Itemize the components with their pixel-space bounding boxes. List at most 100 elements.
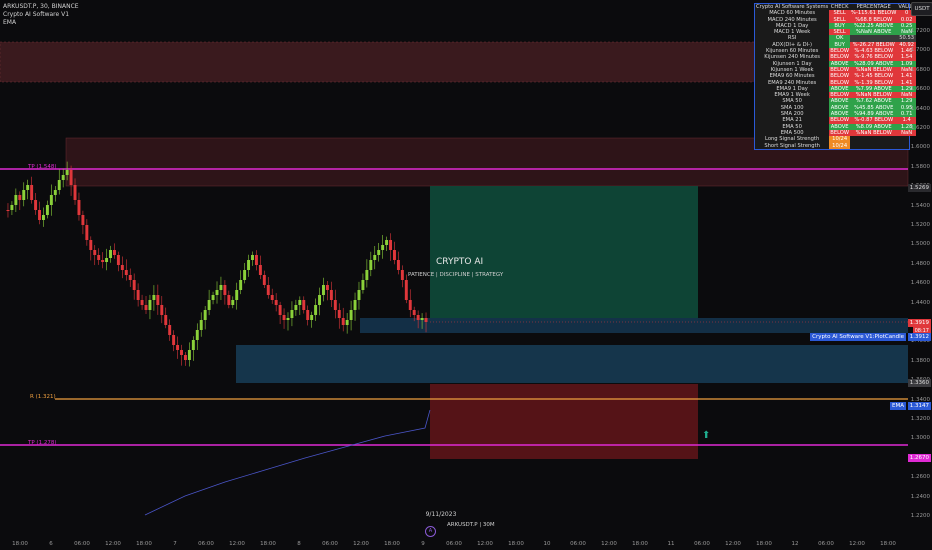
price-tick: 1.6600: [910, 86, 930, 93]
candle-body: [333, 300, 337, 310]
table-cell-check: ABOVE: [829, 123, 851, 130]
time-tick: 11: [667, 541, 675, 547]
candle-body: [215, 290, 219, 295]
candle-body: [132, 280, 136, 290]
candlestick-series: [6, 161, 428, 367]
candle-body: [160, 305, 164, 315]
candle-body: [396, 260, 400, 270]
candle-body: [353, 300, 357, 310]
candle-body: [416, 315, 420, 320]
table-cell-name: Short Signal Strength: [764, 142, 820, 149]
alert-marker-icon[interactable]: A: [425, 526, 436, 537]
candle-body: [306, 310, 310, 320]
candle-body: [243, 270, 247, 280]
indicator-label-ema[interactable]: EMA: [3, 19, 16, 26]
time-tick: 12:00: [353, 541, 369, 547]
candle-body: [404, 280, 408, 300]
time-tick: 7: [173, 541, 177, 547]
candle-body: [345, 320, 349, 325]
candle-body: [53, 190, 57, 195]
time-tick: 06:00: [322, 541, 338, 547]
table-row: MACD 240 Minutes SELL %68.8 BELOW 0.02: [755, 16, 916, 23]
long-position-zone[interactable]: [430, 186, 698, 322]
candle-body: [14, 195, 18, 205]
time-tick: 06:00: [198, 541, 214, 547]
price-tick: 1.7000: [910, 47, 930, 54]
table-row: Short Signal Strength 10/24: [755, 142, 916, 149]
candle-body: [93, 250, 97, 255]
time-tick: 12:00: [601, 541, 617, 547]
candle-body: [318, 295, 322, 305]
symbol-title[interactable]: ARKUSDT.P, 30, BINANCE: [3, 3, 79, 10]
watermark-tagline: PATIENCE | DISCIPLINE | STRATEGY: [408, 272, 504, 278]
table-cell-check: BELOW: [829, 54, 851, 61]
candle-body: [329, 290, 333, 300]
time-tick: 18:00: [12, 541, 28, 547]
candle-body: [6, 210, 10, 211]
price-tick: 1.2600: [910, 474, 930, 481]
candle-body: [34, 200, 38, 210]
time-tick: 06:00: [74, 541, 90, 547]
candle-body: [105, 258, 109, 262]
candle-body: [219, 285, 223, 290]
candle-body: [164, 315, 168, 325]
candle-body: [45, 205, 49, 215]
table-cell-pct: %-0.87 BELOW: [850, 117, 898, 124]
table-cell-pct: %NaN BELOW: [850, 129, 898, 137]
time-tick: 06:00: [818, 541, 834, 547]
time-tick: 12: [791, 541, 799, 547]
time-tick: 18:00: [260, 541, 276, 547]
candle-body: [191, 340, 195, 350]
indicator-label-crypto-ai[interactable]: Crypto AI Software V1: [3, 11, 69, 18]
candle-body: [211, 295, 215, 300]
table-row: EMA9 60 Minutes BELOW %-1.45 BELOW 1.41: [755, 73, 916, 80]
candle-body: [389, 240, 393, 250]
candle-body: [136, 290, 140, 300]
time-tick: 18:00: [632, 541, 648, 547]
candle-body: [294, 305, 298, 310]
candle-body: [195, 330, 199, 340]
candle-body: [49, 195, 53, 205]
crosshair-date: 9/11/2023: [425, 511, 457, 518]
candle-body: [101, 260, 105, 262]
demand-zone-lower: [236, 345, 908, 383]
candle-body: [144, 305, 148, 310]
time-tick: 10: [543, 541, 551, 547]
time-tick: 06:00: [694, 541, 710, 547]
candle-body: [262, 275, 266, 285]
price-tick: 1.5800: [910, 163, 930, 170]
candle-body: [152, 295, 156, 300]
price-tick: 1.3000: [910, 435, 930, 442]
time-tick: 12:00: [849, 541, 865, 547]
table-cell-pct: %7.62 ABOVE: [850, 98, 898, 105]
candle-body: [223, 285, 227, 295]
candle-body: [57, 180, 61, 190]
candle-body: [373, 255, 377, 260]
time-tick: 18:00: [136, 541, 152, 547]
time-tick: 12:00: [105, 541, 121, 547]
candle-body: [128, 275, 132, 280]
candle-body: [207, 300, 211, 310]
candle-body: [176, 345, 180, 350]
table-cell-check: BELOW: [829, 73, 851, 80]
price-tick: 1.3200: [910, 416, 930, 422]
candle-body: [266, 285, 270, 295]
time-tick: 06:00: [570, 541, 586, 547]
candle-body: [203, 310, 207, 320]
ema-line: [144, 409, 431, 516]
price-tag-ema: 1.3147: [907, 402, 931, 410]
candle-body: [41, 215, 45, 220]
time-tick: 06:00: [446, 541, 462, 547]
candle-body: [109, 250, 112, 258]
price-tick: 1.6000: [910, 144, 930, 151]
candle-body: [18, 195, 22, 200]
candle-body: [235, 290, 239, 300]
candle-body: [393, 250, 396, 260]
pink-top-line-label: TP (1.548): [28, 164, 57, 170]
candle-body: [251, 255, 254, 260]
short-position-zone[interactable]: [430, 384, 698, 459]
arrow-up-icon: ⬆: [702, 430, 711, 441]
plot-candle-label: Crypto AI Software V1:PlotCandle: [810, 333, 906, 341]
table-cell-pct: %-1.39 BELOW: [850, 79, 898, 86]
time-tick: 18:00: [508, 541, 524, 547]
